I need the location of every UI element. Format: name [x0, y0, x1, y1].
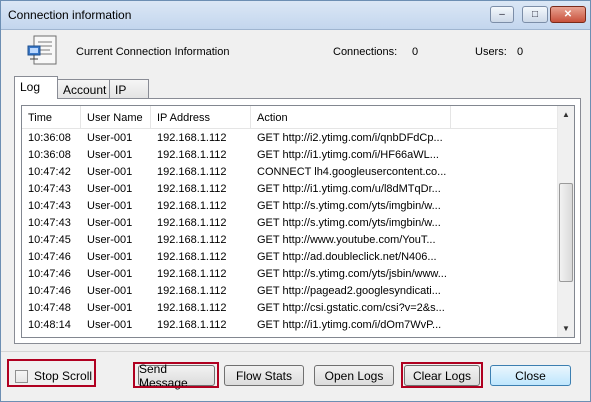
cell-time: 10:47:45 [28, 234, 71, 246]
window-title: Connection information [8, 8, 132, 22]
cell-ip-address: 192.168.1.112 [157, 183, 227, 195]
cell-action: GET http://i1.ytimg.com/u/l8dMTqDr... [257, 183, 441, 195]
table-row[interactable]: 10:47:43 User-001 192.168.1.112 GET http://… [22, 181, 559, 198]
cell-action: GET http://s.ytimg.com/yts/imgbin/w... [257, 217, 441, 229]
cell-user-name: User-001 [87, 166, 133, 178]
table-row[interactable]: 10:47:45 User-001 192.168.1.112 GET http://… [22, 232, 559, 249]
log-tab-panel: Time User Name IP Address Action 10:36:0… [14, 98, 581, 344]
cell-user-name: User-001 [87, 285, 133, 297]
cell-action: GET http://csi.gstatic.com/csi?v=2&s... [257, 302, 445, 314]
cell-ip-address: 192.168.1.112 [157, 285, 227, 297]
table-row[interactable]: 10:36:08 User-001 192.168.1.112 GET http://… [22, 130, 559, 147]
table-row[interactable]: 10:47:46 User-001 192.168.1.112 GET http://… [22, 249, 559, 266]
cell-action: GET http://s.ytimg.com/yts/jsbin/www... [257, 268, 447, 280]
cell-time: 10:47:43 [28, 200, 71, 212]
cell-ip-address: 192.168.1.112 [157, 268, 227, 280]
open-logs-button[interactable]: Open Logs [314, 365, 394, 386]
connections-count: 0 [412, 46, 419, 58]
cell-user-name: User-001 [87, 268, 133, 280]
cell-action: GET http://i1.ytimg.com/i/dOm7WvP... [257, 319, 442, 331]
table-row[interactable]: 10:47:48 User-001 192.168.1.112 GET http://… [22, 300, 559, 317]
cell-action: GET http://i2.ytimg.com/i/qnbDFdCp... [257, 132, 443, 144]
table-row[interactable]: 10:47:42 User-001 192.168.1.112 CONNECT lh4… [22, 164, 559, 181]
tab-log[interactable]: Log [14, 76, 58, 99]
cell-time: 10:48:14 [28, 319, 71, 331]
cell-action: GET http://s.ytimg.com/yts/imgbin/w... [257, 200, 441, 212]
cell-ip-address: 192.168.1.112 [157, 132, 227, 144]
tab-ip[interactable]: IP [109, 79, 149, 99]
cell-ip-address: 192.168.1.112 [157, 251, 227, 263]
connection-info-window: Connection information – □ ✕ Current Con… [0, 0, 591, 402]
cell-user-name: User-001 [87, 200, 133, 212]
highlight-clear-logs [401, 362, 483, 388]
vertical-scrollbar[interactable]: ▲ ▼ [557, 106, 574, 337]
cell-ip-address: 192.168.1.112 [157, 217, 227, 229]
column-header-ip-address[interactable]: IP Address [151, 106, 251, 129]
cell-time: 10:47:46 [28, 268, 71, 280]
table-row[interactable]: 10:47:43 User-001 192.168.1.112 GET http://… [22, 198, 559, 215]
cell-user-name: User-001 [87, 302, 133, 314]
cell-user-name: User-001 [87, 183, 133, 195]
cell-ip-address: 192.168.1.112 [157, 200, 227, 212]
column-header-action[interactable]: Action [251, 106, 451, 129]
table-row[interactable]: 10:47:46 User-001 192.168.1.112 GET http://… [22, 266, 559, 283]
close-button[interactable]: Close [490, 365, 571, 386]
header-label: Current Connection Information [76, 46, 230, 58]
table-row[interactable]: 10:36:08 User-001 192.168.1.112 GET http://… [22, 147, 559, 164]
users-label: Users: [475, 46, 507, 58]
cell-ip-address: 192.168.1.112 [157, 319, 227, 331]
table-row[interactable]: 10:48:14 User-001 192.168.1.112 GET http://… [22, 317, 559, 334]
cell-action: CONNECT lh4.googleusercontent.co... [257, 166, 447, 178]
cell-time: 10:47:43 [28, 183, 71, 195]
column-header-time[interactable]: Time [22, 106, 81, 129]
footer-separator [1, 351, 590, 352]
cell-action: GET http://ad.doubleclick.net/N406... [257, 251, 437, 263]
minimize-button[interactable]: – [490, 6, 514, 23]
scroll-up-arrow-icon[interactable]: ▲ [558, 106, 574, 123]
cell-ip-address: 192.168.1.112 [157, 234, 227, 246]
maximize-button[interactable]: □ [522, 6, 548, 23]
users-count: 0 [517, 46, 524, 58]
column-header-user-name[interactable]: User Name [81, 106, 151, 129]
cell-time: 10:47:42 [28, 166, 71, 178]
cell-user-name: User-001 [87, 319, 133, 331]
cell-action: GET http://pagead2.googlesyndicati... [257, 285, 441, 297]
cell-time: 10:47:43 [28, 217, 71, 229]
cell-user-name: User-001 [87, 251, 133, 263]
cell-user-name: User-001 [87, 234, 133, 246]
table-row[interactable]: 10:47:46 User-001 192.168.1.112 GET http://… [22, 283, 559, 300]
log-list[interactable]: Time User Name IP Address Action 10:36:0… [21, 105, 575, 338]
cell-action: GET http://www.youtube.com/YouT... [257, 234, 436, 246]
connection-info-icon [27, 35, 57, 65]
highlight-send-message [133, 362, 219, 388]
highlight-stop-scroll [7, 359, 96, 387]
cell-time: 10:47:48 [28, 302, 71, 314]
connections-label: Connections: [333, 46, 398, 58]
list-header: Time User Name IP Address Action [22, 106, 559, 129]
cell-ip-address: 192.168.1.112 [157, 166, 227, 178]
cell-ip-address: 192.168.1.112 [157, 302, 227, 314]
close-window-button[interactable]: ✕ [550, 6, 586, 23]
flow-stats-button[interactable]: Flow Stats [224, 365, 304, 386]
title-bar[interactable]: Connection information – □ ✕ [1, 1, 590, 30]
tab-account[interactable]: Account [57, 79, 110, 99]
log-rows: 10:36:08 User-001 192.168.1.112 GET http://… [22, 130, 559, 334]
cell-user-name: User-001 [87, 149, 133, 161]
cell-user-name: User-001 [87, 217, 133, 229]
cell-time: 10:36:08 [28, 132, 71, 144]
table-row[interactable]: 10:47:43 User-001 192.168.1.112 GET http://… [22, 215, 559, 232]
scroll-thumb[interactable] [559, 183, 573, 282]
cell-time: 10:47:46 [28, 285, 71, 297]
scroll-down-arrow-icon[interactable]: ▼ [558, 320, 574, 337]
cell-time: 10:47:46 [28, 251, 71, 263]
cell-ip-address: 192.168.1.112 [157, 149, 227, 161]
cell-action: GET http://i1.ytimg.com/i/HF66aWL... [257, 149, 439, 161]
cell-time: 10:36:08 [28, 149, 71, 161]
cell-user-name: User-001 [87, 132, 133, 144]
